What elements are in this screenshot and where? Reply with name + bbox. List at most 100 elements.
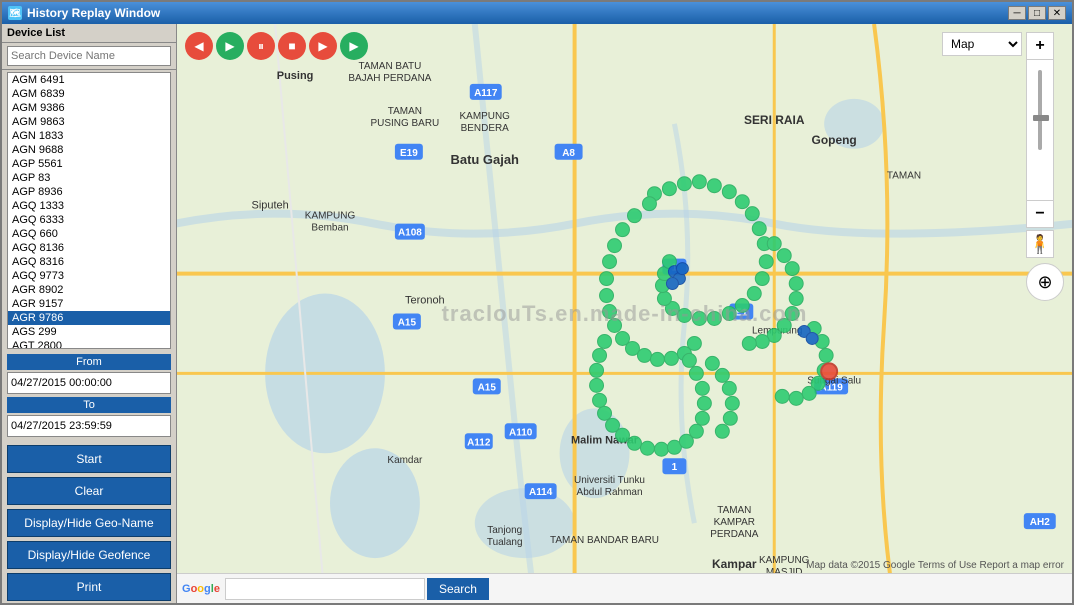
compass-button[interactable]: ⊕ [1026, 263, 1064, 301]
map-search-input[interactable] [225, 578, 425, 600]
svg-text:PERDANA: PERDANA [710, 529, 759, 540]
list-item[interactable]: AGS 299 [8, 325, 170, 339]
zoom-out-button[interactable]: − [1026, 200, 1054, 228]
map-type-dropdown[interactable]: Map Satellite Terrain [942, 32, 1022, 56]
svg-text:KAMPUNG: KAMPUNG [460, 111, 511, 122]
playback-controls: ◀ ▶ ⏸ ■ ▶ ▶ [185, 32, 368, 60]
svg-text:TAMAN: TAMAN [717, 505, 751, 516]
svg-text:A117: A117 [474, 88, 498, 99]
display-geo-name-button[interactable]: Display/Hide Geo-Name [7, 509, 171, 537]
svg-text:A108: A108 [398, 228, 422, 239]
go-button[interactable]: ▶ [340, 32, 368, 60]
from-date-input[interactable] [7, 372, 171, 394]
svg-text:BENDERA: BENDERA [461, 123, 510, 134]
start-button[interactable]: Start [7, 445, 171, 473]
maximize-button[interactable]: □ [1028, 6, 1046, 20]
map-type-selector[interactable]: Map Satellite Terrain [942, 32, 1022, 56]
to-date-input[interactable] [7, 415, 171, 437]
list-item[interactable]: AGM 9386 [8, 101, 170, 115]
list-item[interactable]: AGP 83 [8, 171, 170, 185]
svg-text:Batu Gajah: Batu Gajah [451, 152, 520, 167]
svg-text:A110: A110 [509, 427, 533, 438]
map-attribution: Map data ©2015 Google Terms of Use Repor… [806, 560, 1064, 571]
list-item[interactable]: AGM 6491 [8, 73, 170, 87]
list-item[interactable]: AGQ 8316 [8, 255, 170, 269]
svg-text:Teronoh: Teronoh [405, 295, 445, 307]
from-label: From [7, 354, 171, 370]
map-area[interactable]: A117 E19 A8 A108 A15 E1 A119 A15 A110 A1… [177, 24, 1072, 603]
list-item[interactable]: AGN 9688 [8, 143, 170, 157]
svg-text:A114: A114 [529, 487, 553, 498]
map-search-button[interactable]: Search [427, 578, 489, 600]
title-bar: 🗺 History Replay Window ─ □ ✕ [2, 2, 1072, 24]
to-label: To [7, 397, 171, 413]
device-search-area [2, 43, 176, 70]
svg-text:SERI RAIA: SERI RAIA [744, 113, 805, 127]
map-background: A117 E19 A8 A108 A15 E1 A119 A15 A110 A1… [177, 24, 1072, 603]
svg-text:E19: E19 [400, 148, 418, 159]
svg-text:Tualang: Tualang [487, 537, 523, 548]
svg-text:Universiti Tunku: Universiti Tunku [574, 475, 645, 486]
svg-text:KAMPAR: KAMPAR [714, 517, 755, 528]
list-item[interactable]: AGT 2800 [8, 339, 170, 349]
list-item[interactable]: AGN 1833 [8, 129, 170, 143]
title-bar-controls: ─ □ ✕ [1008, 6, 1066, 20]
svg-text:KAMPUNG: KAMPUNG [305, 211, 356, 222]
close-button[interactable]: ✕ [1048, 6, 1066, 20]
svg-text:TAMAN BATU: TAMAN BATU [359, 61, 422, 72]
play-button[interactable]: ▶ [216, 32, 244, 60]
zoom-slider-track[interactable] [1026, 60, 1054, 200]
map-search-bar: Google Search [177, 573, 1072, 603]
zoom-in-button[interactable]: + [1026, 32, 1054, 60]
svg-text:Tanjong: Tanjong [487, 525, 522, 536]
window-title: History Replay Window [27, 6, 160, 20]
svg-text:BAJAH PERDANA: BAJAH PERDANA [348, 73, 431, 84]
svg-text:AH2: AH2 [1030, 517, 1050, 528]
display-geofence-button[interactable]: Display/Hide Geofence [7, 541, 171, 569]
main-content: Device List AGM 6491AGM 6839AGM 9386AGM … [2, 24, 1072, 603]
svg-text:Pusing: Pusing [277, 70, 314, 82]
left-panel: Device List AGM 6491AGM 6839AGM 9386AGM … [2, 24, 177, 603]
svg-text:TAMAN: TAMAN [388, 106, 422, 117]
prev-button[interactable]: ◀ [185, 32, 213, 60]
zoom-slider-thumb [1033, 115, 1049, 121]
zoom-controls: + − 🧍 ⊕ [1026, 32, 1064, 306]
svg-text:Abdul Rahman: Abdul Rahman [577, 487, 643, 498]
list-item[interactable]: AGQ 8136 [8, 241, 170, 255]
svg-text:A15: A15 [478, 382, 497, 393]
svg-text:Gopeng: Gopeng [812, 133, 857, 147]
list-item[interactable]: AGQ 9773 [8, 269, 170, 283]
pause-button[interactable]: ⏸ [247, 32, 275, 60]
pegman-button[interactable]: 🧍 [1026, 230, 1054, 258]
date-section: From To [2, 351, 176, 443]
device-listbox[interactable]: AGM 6491AGM 6839AGM 9386AGM 9863AGN 1833… [7, 72, 171, 349]
svg-text:1: 1 [672, 462, 678, 473]
clear-button[interactable]: Clear [7, 477, 171, 505]
list-item[interactable]: AGM 6839 [8, 87, 170, 101]
minimize-button[interactable]: ─ [1008, 6, 1026, 20]
svg-text:A112: A112 [467, 437, 491, 448]
svg-text:KAMPUNG: KAMPUNG [759, 555, 810, 566]
next-button[interactable]: ▶ [309, 32, 337, 60]
list-item[interactable]: AGQ 6333 [8, 213, 170, 227]
device-list-header: Device List [2, 24, 176, 43]
svg-text:A15: A15 [398, 317, 417, 328]
zoom-slider-fill [1038, 70, 1042, 150]
google-logo: Google [182, 583, 220, 595]
list-item[interactable]: AGR 9157 [8, 297, 170, 311]
svg-text:Bemban: Bemban [311, 223, 348, 234]
list-item[interactable]: AGM 9863 [8, 115, 170, 129]
stop-button[interactable]: ■ [278, 32, 306, 60]
list-item[interactable]: AGR 9786 [8, 311, 170, 325]
svg-text:A8: A8 [562, 148, 575, 159]
list-item[interactable]: AGQ 660 [8, 227, 170, 241]
svg-text:Siputeh: Siputeh [252, 200, 289, 212]
list-item[interactable]: AGP 8936 [8, 185, 170, 199]
print-button[interactable]: Print [7, 573, 171, 601]
app-icon: 🗺 [8, 6, 22, 20]
device-search-input[interactable] [7, 46, 171, 66]
list-item[interactable]: AGP 5561 [8, 157, 170, 171]
list-item[interactable]: AGR 8902 [8, 283, 170, 297]
list-item[interactable]: AGQ 1333 [8, 199, 170, 213]
app-window: 🗺 History Replay Window ─ □ ✕ Device Lis… [0, 0, 1074, 605]
